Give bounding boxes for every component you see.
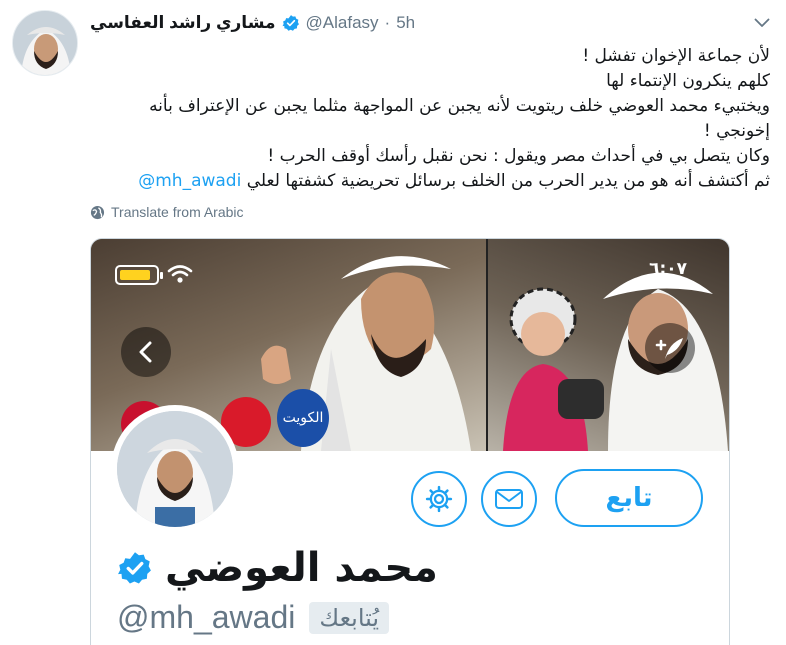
author-avatar-image <box>13 11 77 75</box>
tweet-timestamp[interactable]: 5h <box>396 13 415 33</box>
tweet-line: ويختبيء محمد العوضي خلف ريتويت لأنه يجبن… <box>149 96 770 116</box>
profile-avatar[interactable] <box>111 405 239 533</box>
author-avatar[interactable] <box>12 10 78 76</box>
message-button[interactable] <box>481 471 537 527</box>
tweet-line: إخونجي ! <box>703 121 770 141</box>
translate-label: Translate from Arabic <box>111 204 244 220</box>
tweet-header: مشاري راشد العفاسي @Alafasy · 5h <box>90 12 415 34</box>
compose-button[interactable] <box>645 323 695 373</box>
battery-icon <box>115 265 163 285</box>
back-button[interactable] <box>121 327 171 377</box>
profile-name: محمد العوضي <box>165 545 438 591</box>
profile-settings-button[interactable] <box>411 471 467 527</box>
tweet-line: وكان يتصل بي في أحداث مصر ويقول : نحن نق… <box>267 146 770 166</box>
profile-avatar-image <box>117 411 233 527</box>
globe-icon <box>90 205 105 219</box>
separator-dot: · <box>384 13 391 32</box>
translate-link[interactable]: Translate from Arabic <box>90 204 244 220</box>
wifi-icon <box>167 265 193 283</box>
chevron-down-icon[interactable] <box>754 16 770 30</box>
author-handle[interactable]: @Alafasy <box>306 13 379 33</box>
back-arrow-icon <box>139 341 152 363</box>
envelope-icon <box>495 489 523 509</box>
profile-name-row: محمد العوضي <box>117 545 438 591</box>
follow-button[interactable]: تابع <box>555 469 703 527</box>
compose-icon <box>655 338 683 359</box>
profile-handle-row: @mh_awadi يُتابعك <box>117 599 390 636</box>
gear-icon <box>425 485 453 513</box>
tweet-line-last: ثم أكتشف أنه هو من يدير الحرب من الخلف ب… <box>90 169 770 194</box>
tweet-line: كلهم ينكرون الإنتماء لها <box>606 71 770 91</box>
verified-badge-icon <box>118 552 151 584</box>
author-name[interactable]: مشاري راشد العفاسي <box>90 13 276 33</box>
profile-handle: @mh_awadi <box>117 599 296 635</box>
microphone-label: الكويت <box>277 389 329 447</box>
mention-link[interactable]: @mh_awadi <box>138 171 241 191</box>
tweet-line-text: ثم أكتشف أنه هو من يدير الحرب من الخلف ب… <box>246 171 770 191</box>
verified-badge-icon <box>282 15 299 31</box>
follows-you-badge: يُتابعك <box>309 601 390 634</box>
tweet-line: لأن جماعة الإخوان تفشل ! <box>582 46 770 66</box>
status-bar-time: ٦:٠٧ <box>649 259 687 279</box>
tweet-media-image[interactable]: الكويت ٦:٠٧ تابع محمد العوضي @mh_awadi ي… <box>90 238 730 645</box>
tweet-text: لأن جماعة الإخوان تفشل ! كلهم ينكرون الإ… <box>90 44 770 194</box>
